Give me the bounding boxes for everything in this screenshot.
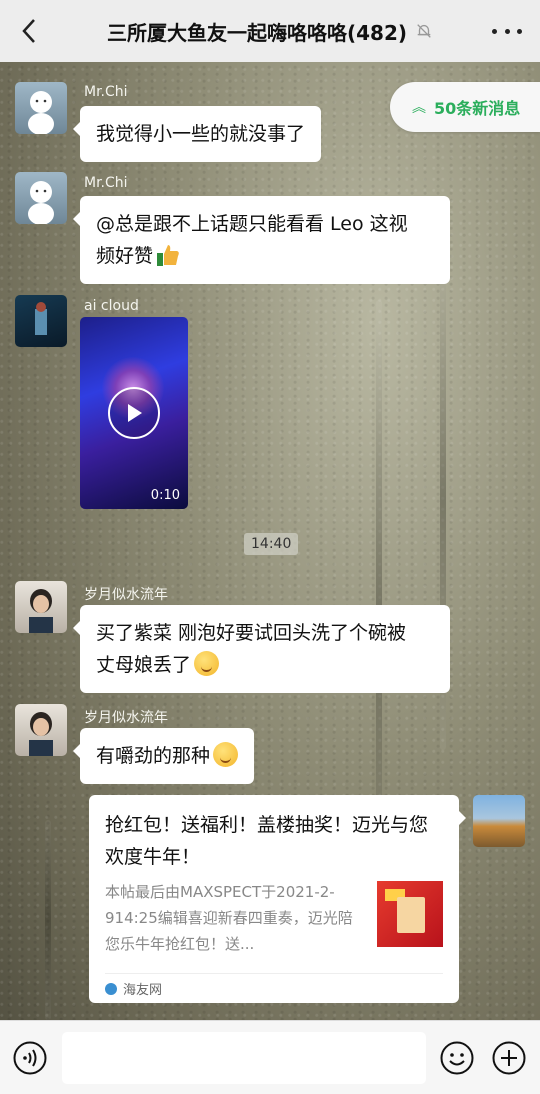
my-avatar[interactable] [473, 795, 525, 847]
message-bubble[interactable]: 买了紫菜 刚泡好要试回头洗了个碗被 丈母娘丢了 [73, 605, 450, 693]
sender-name: 岁月似水流年 [84, 587, 168, 603]
message-bubble[interactable]: @总是跟不上话题只能看看 Leo 这视 频好赞 [73, 196, 450, 284]
avatar-figure [35, 302, 47, 335]
message-text-line: @总是跟不上话题只能看看 Leo 这视 [96, 213, 408, 235]
more-dot [517, 28, 522, 34]
message-text: 丈母娘丢了 [96, 654, 192, 676]
chat-title: 三所厦大鱼友一起嗨咯咯咯(482) [106, 20, 408, 45]
link-card-thumbnail [377, 881, 443, 947]
bell-off-icon [417, 24, 431, 38]
source-icon [105, 982, 117, 995]
avatar-figure [28, 181, 54, 224]
new-messages-label: 50条新消息 [434, 99, 521, 118]
sender-name: 岁月似水流年 [84, 710, 168, 726]
double-chevron-up-icon: ︽ [412, 100, 426, 116]
video-message[interactable]: 0:10 [80, 317, 188, 509]
more-button[interactable] [492, 20, 522, 42]
voice-button[interactable] [13, 1041, 47, 1075]
avatar[interactable] [15, 704, 67, 756]
message-text: 频好赞 [96, 245, 154, 267]
new-messages-button[interactable]: ︽ 50条新消息 [390, 82, 540, 132]
play-icon [128, 404, 142, 422]
message-text-line-2: 频好赞 [96, 240, 434, 272]
message-bubble[interactable]: 我觉得小一些的就没事了 [72, 106, 322, 162]
avatar[interactable] [15, 172, 67, 224]
avatar-figure [29, 712, 53, 756]
avatar[interactable] [15, 581, 67, 633]
sender-name: ai cloud [84, 298, 139, 314]
video-duration: 0:10 [150, 488, 180, 503]
avatar-figure [29, 589, 53, 633]
more-dot [492, 28, 497, 34]
voice-icon [13, 1041, 47, 1075]
message-text: 我觉得小一些的就没事了 [96, 123, 306, 145]
smile-emoji-icon [213, 742, 239, 767]
link-card[interactable]: 抢红包！送福利！盖楼抽奖！迈光与您欢度牛年！ 本帖最后由MAXSPECT于202… [89, 795, 466, 1003]
smile-emoji-icon [194, 651, 220, 676]
emoji-button[interactable] [440, 1041, 474, 1075]
link-card-description: 本帖最后由MAXSPECT于2021-2-914:25编辑喜迎新春四重奏，迈光陪… [105, 883, 353, 953]
link-card-source: 海友网 [105, 979, 162, 998]
avatar-figure [28, 91, 54, 134]
card-divider [105, 973, 443, 974]
message-bubble[interactable]: 有嚼劲的那种 [72, 728, 255, 784]
water-streak [45, 820, 51, 1020]
message-text: 有嚼劲的那种 [96, 745, 211, 767]
thumbnail-envelope [397, 897, 425, 933]
chat-header: 三所厦大鱼友一起嗨咯咯咯(482) [0, 0, 540, 62]
sender-name: Mr.Chi [84, 84, 128, 100]
avatar[interactable] [15, 82, 67, 134]
thumbs-up-icon [157, 245, 179, 266]
message-text-line: 买了紫菜 刚泡好要试回头洗了个碗被 [96, 622, 407, 644]
source-name: 海友网 [123, 983, 163, 998]
time-separator: 14:40 [244, 533, 299, 555]
sender-name: Mr.Chi [84, 175, 128, 191]
composer-bar [0, 1020, 540, 1094]
message-text-line-2: 丈母娘丢了 [96, 649, 434, 681]
more-dot [504, 28, 510, 34]
avatar[interactable] [15, 295, 67, 347]
title-wrap: 三所厦大鱼友一起嗨咯咯咯(482) [0, 0, 540, 62]
message-input[interactable] [62, 1032, 426, 1084]
more-actions-button[interactable] [492, 1041, 526, 1075]
plus-circle-icon [492, 1041, 526, 1075]
play-button[interactable] [108, 387, 160, 439]
link-card-title: 抢红包！送福利！盖楼抽奖！迈光与您欢度牛年！ [105, 814, 429, 868]
emoji-face-icon [440, 1041, 474, 1075]
